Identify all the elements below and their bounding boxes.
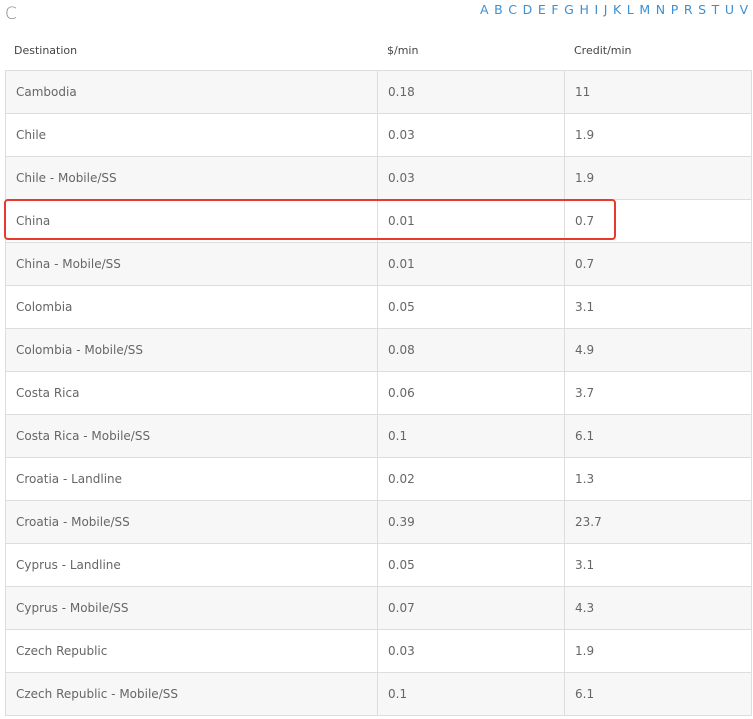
alpha-link-c[interactable]: C: [506, 2, 520, 17]
alpha-link-k[interactable]: K: [610, 2, 624, 17]
alpha-link-d[interactable]: D: [520, 2, 535, 17]
cell-destination: China - Mobile/SS: [5, 242, 378, 286]
cell-rate: 0.05: [377, 285, 565, 329]
cell-destination: Cyprus - Landline: [5, 543, 378, 587]
alpha-link-r[interactable]: R: [681, 2, 695, 17]
table-row: Czech Republic 0.03 1.9: [5, 629, 752, 673]
column-header-credit: Credit/min: [574, 44, 632, 57]
cell-rate: 0.08: [377, 328, 565, 372]
cell-rate: 0.06: [377, 371, 565, 415]
section-letter: C: [5, 4, 17, 24]
cell-credit: 4.3: [564, 586, 752, 630]
column-header-destination: Destination: [14, 44, 78, 57]
table-row: Cambodia 0.18 11: [5, 70, 752, 114]
alpha-link-a[interactable]: A: [477, 2, 491, 17]
cell-rate: 0.03: [377, 156, 565, 200]
alpha-link-g[interactable]: G: [561, 2, 576, 17]
cell-rate: 0.1: [377, 414, 565, 458]
cell-credit: 1.9: [564, 156, 752, 200]
table-row: Croatia - Mobile/SS 0.39 23.7: [5, 500, 752, 544]
alphabet-nav: ABCDEFGHIJKLMNPRSTUV: [477, 2, 751, 17]
column-header-rate: $/min: [387, 44, 419, 57]
cell-rate: 0.01: [377, 242, 565, 286]
table-row: Cyprus - Mobile/SS 0.07 4.3: [5, 586, 752, 630]
table-header: Destination $/min Credit/min: [5, 44, 751, 60]
cell-destination: Costa Rica - Mobile/SS: [5, 414, 378, 458]
table-row: China - Mobile/SS 0.01 0.7: [5, 242, 752, 286]
alpha-link-m[interactable]: M: [637, 2, 653, 17]
alpha-link-b[interactable]: B: [491, 2, 505, 17]
cell-rate: 0.02: [377, 457, 565, 501]
table-row: Czech Republic - Mobile/SS 0.1 6.1: [5, 672, 752, 716]
cell-rate: 0.1: [377, 672, 565, 716]
cell-destination: Czech Republic: [5, 629, 378, 673]
cell-destination: China: [5, 199, 378, 243]
cell-credit: 4.9: [564, 328, 752, 372]
cell-credit: 1.9: [564, 113, 752, 157]
table-row: Chile 0.03 1.9: [5, 113, 752, 157]
cell-destination: Cambodia: [5, 70, 378, 114]
alpha-link-n[interactable]: N: [653, 2, 668, 17]
cell-rate: 0.05: [377, 543, 565, 587]
alpha-link-i[interactable]: I: [592, 2, 601, 17]
alpha-link-s[interactable]: S: [695, 2, 709, 17]
alpha-link-u[interactable]: U: [722, 2, 737, 17]
table-row: Croatia - Landline 0.02 1.3: [5, 457, 752, 501]
cell-rate: 0.07: [377, 586, 565, 630]
table-row: Colombia 0.05 3.1: [5, 285, 752, 329]
cell-destination: Czech Republic - Mobile/SS: [5, 672, 378, 716]
cell-destination: Chile: [5, 113, 378, 157]
cell-rate: 0.03: [377, 113, 565, 157]
cell-credit: 3.7: [564, 371, 752, 415]
cell-destination: Colombia - Mobile/SS: [5, 328, 378, 372]
cell-credit: 1.3: [564, 457, 752, 501]
rates-page: C ABCDEFGHIJKLMNPRSTUV Destination $/min…: [0, 0, 753, 719]
alpha-link-t[interactable]: T: [709, 2, 722, 17]
cell-credit: 23.7: [564, 500, 752, 544]
cell-credit: 6.1: [564, 672, 752, 716]
cell-credit: 1.9: [564, 629, 752, 673]
cell-credit: 11: [564, 70, 752, 114]
cell-destination: Cyprus - Mobile/SS: [5, 586, 378, 630]
cell-rate: 0.18: [377, 70, 565, 114]
table-row: Costa Rica - Mobile/SS 0.1 6.1: [5, 414, 752, 458]
cell-credit: 6.1: [564, 414, 752, 458]
alpha-link-e[interactable]: E: [535, 2, 549, 17]
cell-destination: Croatia - Landline: [5, 457, 378, 501]
alpha-link-f[interactable]: F: [549, 2, 562, 17]
cell-destination: Colombia: [5, 285, 378, 329]
table-row: Cyprus - Landline 0.05 3.1: [5, 543, 752, 587]
alpha-link-l[interactable]: L: [624, 2, 637, 17]
table-row: Chile - Mobile/SS 0.03 1.9: [5, 156, 752, 200]
alpha-link-j[interactable]: J: [601, 2, 610, 17]
cell-rate: 0.39: [377, 500, 565, 544]
alpha-link-p[interactable]: P: [668, 2, 681, 17]
cell-destination: Chile - Mobile/SS: [5, 156, 378, 200]
cell-destination: Croatia - Mobile/SS: [5, 500, 378, 544]
table-row: Colombia - Mobile/SS 0.08 4.9: [5, 328, 752, 372]
cell-rate: 0.03: [377, 629, 565, 673]
table-row: China 0.01 0.7: [5, 199, 752, 243]
cell-credit: 0.7: [564, 242, 752, 286]
alpha-link-h[interactable]: H: [577, 2, 592, 17]
cell-rate: 0.01: [377, 199, 565, 243]
alpha-link-v[interactable]: V: [737, 2, 751, 17]
cell-credit: 0.7: [564, 199, 752, 243]
cell-destination: Costa Rica: [5, 371, 378, 415]
cell-credit: 3.1: [564, 285, 752, 329]
cell-credit: 3.1: [564, 543, 752, 587]
table-row: Costa Rica 0.06 3.7: [5, 371, 752, 415]
rates-table: Cambodia 0.18 11 Chile 0.03 1.9 Chile - Mobile…: [5, 70, 752, 716]
